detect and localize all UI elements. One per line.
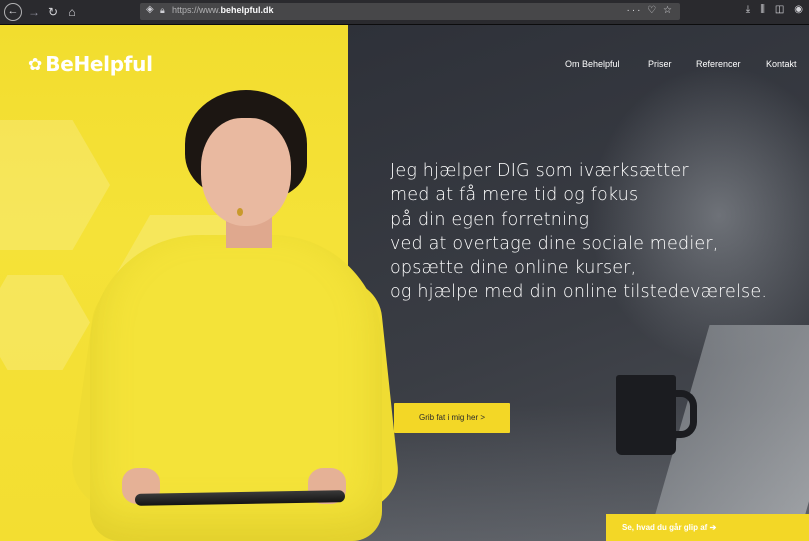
hero-line: opsætte dine online kurser,	[390, 258, 637, 279]
nav-om-behelpful[interactable]: Om Behelpful	[565, 59, 620, 69]
home-icon: ⌂	[68, 5, 76, 19]
arrow-left-icon: ←	[7, 5, 19, 17]
earring	[237, 208, 243, 216]
nav-referencer[interactable]: Referencer	[696, 59, 741, 69]
see-what-you-miss-button[interactable]: Se, hvad du går glip af ➔	[606, 514, 809, 541]
nav-priser[interactable]: Priser	[648, 59, 672, 69]
home-button[interactable]: ⌂	[63, 3, 81, 21]
hero-line: ved at overtage dine sociale medier,	[390, 233, 719, 254]
reload-button[interactable]: ↻	[44, 3, 62, 21]
toolbar-right: ⤓ ⫼ ◫ ◉	[746, 4, 803, 15]
coffee-mug-handle	[668, 390, 697, 438]
cta-button[interactable]: Grib fat i mig her >	[394, 403, 510, 433]
page-actions[interactable]: ··· ♡ ☆	[627, 5, 674, 16]
url-prefix: https://www.	[172, 5, 221, 15]
coffee-mug-image	[616, 375, 676, 455]
webpage: ✿ BeHelpful Om Behelpful Priser Referenc…	[0, 25, 809, 541]
browser-toolbar: ← → ↻ ⌂ ◈ 🔒︎ https://www.behelpful.dk ··…	[0, 0, 809, 25]
nav-kontakt[interactable]: Kontakt	[766, 59, 797, 69]
hero-line: med at få mere tid og fokus	[390, 185, 639, 206]
face	[201, 118, 291, 226]
url-text[interactable]: https://www.behelpful.dk	[172, 5, 274, 15]
hero-headline: Jeg hjælper DIG som iværksætter med at f…	[390, 159, 767, 305]
hero-line: på din egen forretning	[390, 209, 590, 230]
forward-button[interactable]: →	[25, 3, 43, 21]
back-button[interactable]: ←	[4, 3, 22, 21]
shield-icon[interactable]: ◈	[146, 4, 154, 15]
reload-icon: ↻	[47, 5, 59, 19]
url-domain: behelpful.dk	[220, 5, 274, 15]
account-icon[interactable]: ◉	[794, 4, 803, 15]
lock-icon[interactable]: 🔒︎	[160, 5, 165, 16]
library-icon[interactable]: ⫼	[760, 4, 765, 15]
hero-line: og hjælpe med din online tilstedeværelse…	[390, 282, 768, 303]
hero-line: Jeg hjælper DIG som iværksætter	[390, 161, 689, 181]
address-bar[interactable]: ◈ 🔒︎ https://www.behelpful.dk ··· ♡ ☆	[140, 3, 680, 20]
arrow-right-icon: →	[28, 5, 40, 19]
person-photo	[60, 90, 402, 541]
main-navigation: Om Behelpful Priser Referencer Kontakt	[0, 59, 809, 73]
sidebar-icon[interactable]: ◫	[775, 4, 784, 15]
download-icon[interactable]: ⤓	[746, 4, 750, 15]
